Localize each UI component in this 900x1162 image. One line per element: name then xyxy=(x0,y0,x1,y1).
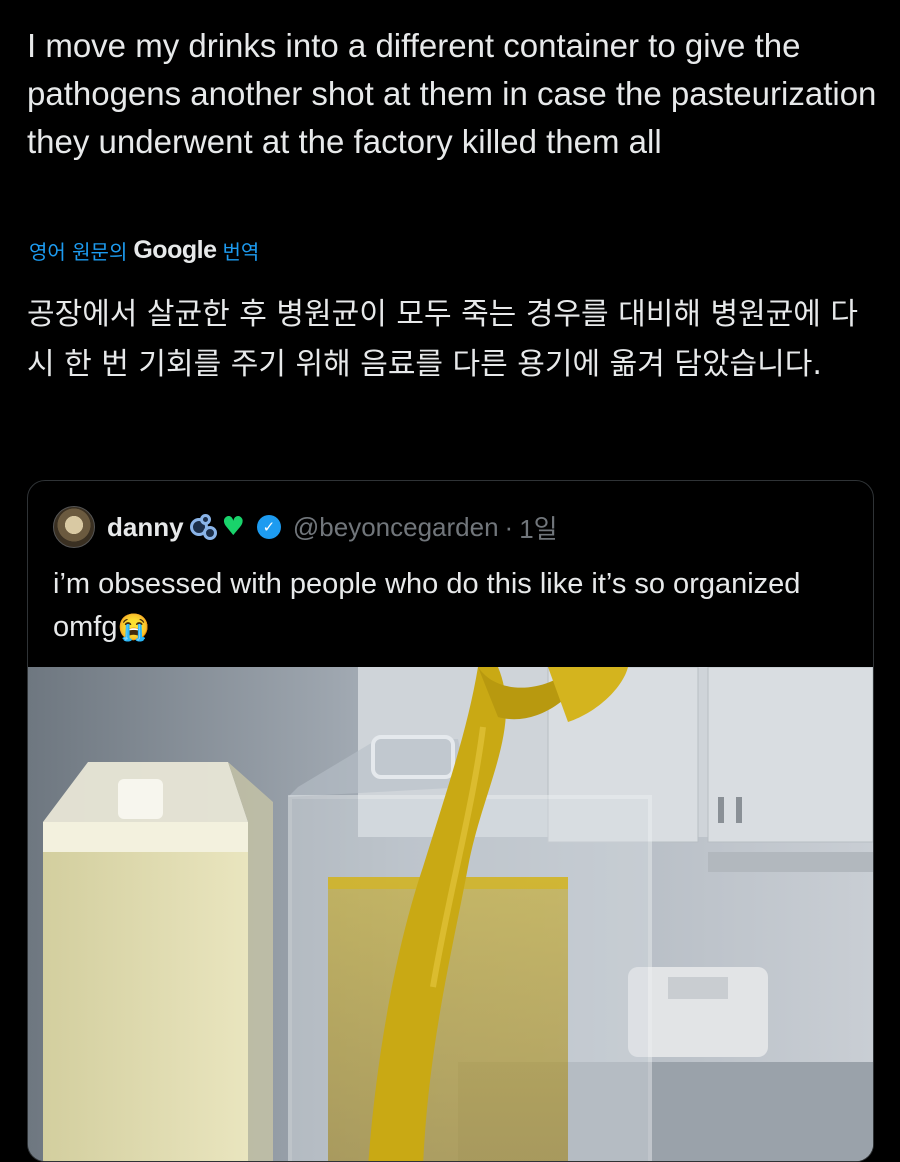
post-text: I move my drinks into a different contai… xyxy=(27,27,877,160)
quoted-post-card[interactable]: danny ♥ ✓ @beyoncegarden · 1일 i’m obsess… xyxy=(27,480,874,1162)
translated-text: 공장에서 살균한 후 병원균이 모두 죽는 경우를 대비해 병원균에 다시 한 … xyxy=(27,297,859,382)
avatar[interactable] xyxy=(53,506,95,548)
quoted-text-body: i’m obsessed with people who do this lik… xyxy=(53,568,801,643)
translation-suffix: 번역 xyxy=(222,239,260,264)
translation-attribution[interactable]: 영어 원문의 Google 번역 xyxy=(29,232,259,268)
quoted-post-header: danny ♥ ✓ @beyoncegarden · 1일 xyxy=(53,506,558,548)
time-separator: · xyxy=(504,511,514,542)
translation-prefix: 영어 원문의 xyxy=(29,239,128,264)
quoted-media-image[interactable] xyxy=(28,667,873,1161)
crying-emoji-icon: 😭 xyxy=(117,612,150,642)
juice-pour-illustration xyxy=(28,667,873,1161)
quoted-timestamp[interactable]: 1일 xyxy=(519,509,557,546)
verified-badge-icon: ✓ xyxy=(256,515,281,539)
quoted-post-text: i’m obsessed with people who do this lik… xyxy=(53,563,843,649)
quoted-display-name[interactable]: danny xyxy=(107,512,184,543)
green-heart-icon: ♥ xyxy=(221,512,245,542)
quoted-handle[interactable]: @beyoncegarden xyxy=(293,512,499,543)
google-logo: Google xyxy=(133,235,217,264)
bubbles-emoji-icon xyxy=(189,514,217,540)
